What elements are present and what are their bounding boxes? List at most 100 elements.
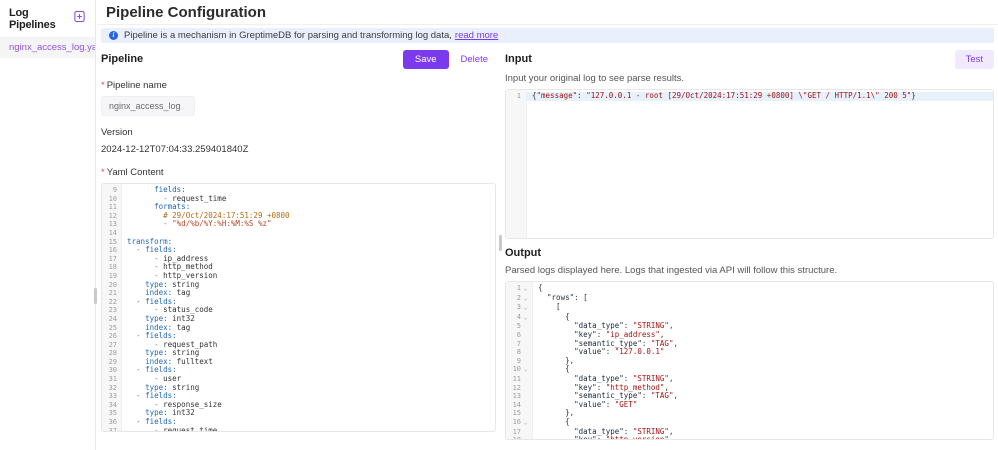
input-caption: Input your original log to see parse res…: [505, 73, 685, 84]
version-value: 2024-12-12T07:04:33.259401840Z: [101, 144, 249, 155]
fold-arrow-icon[interactable]: ⌄: [522, 366, 529, 375]
line-number: 12: [108, 211, 117, 220]
code-text: },: [538, 355, 575, 365]
input-heading: Input: [505, 53, 532, 65]
code-line: 15 },: [506, 409, 993, 418]
code-text: index: fulltext: [145, 356, 213, 366]
line-number: 14: [512, 400, 521, 409]
line-number: 15: [512, 409, 521, 418]
save-button[interactable]: Save: [402, 49, 449, 69]
required-marker: *: [101, 80, 105, 91]
code-text: {: [538, 283, 543, 292]
line-number: 34: [108, 400, 117, 409]
pipeline-name-label: * Pipeline name: [101, 80, 496, 91]
code-text: - "%d/%b/%Y:%H:%M:%S %z": [163, 219, 272, 229]
output-editor[interactable]: 1 ⌄{2 ⌄ "rows": [3 ⌄ [4 ⌄ {5 "data_type": "S…: [505, 281, 994, 440]
line-number: 24: [108, 314, 117, 323]
fold-arrow-icon[interactable]: ⌄: [522, 285, 529, 294]
new-pipeline-button[interactable]: [73, 10, 86, 28]
line-number: 29: [108, 357, 117, 366]
line-number: 8: [516, 348, 521, 357]
fold-arrow-icon[interactable]: ⌄: [522, 295, 529, 304]
line-number: 16: [108, 246, 117, 255]
test-button[interactable]: Test: [954, 49, 994, 69]
code-line: 2 ⌄ "rows": [: [506, 292, 993, 304]
line-number: 9: [112, 186, 117, 194]
info-icon: i: [109, 31, 118, 40]
sidebar-header: Log Pipelines: [0, 0, 95, 37]
line-number: 19: [108, 271, 117, 280]
code-line: 1 {"message": "127.0.0.1 - root [29/Oct/2…: [506, 91, 993, 101]
banner-message: Pipeline is a mechanism in GreptimeDB fo…: [124, 30, 452, 41]
line-number: 27: [108, 340, 117, 349]
fold-arrow-icon[interactable]: ⌄: [522, 419, 529, 428]
line-number: 13: [108, 220, 117, 229]
line-number: 3 ⌄: [516, 303, 529, 313]
code-text: },: [538, 408, 575, 418]
code-text: "value": "127.0.0.1": [574, 347, 665, 357]
line-number: 11: [512, 374, 521, 383]
main-header: Pipeline Configuration: [97, 0, 998, 25]
line-number: 35: [108, 409, 117, 418]
read-more-link[interactable]: read more: [455, 30, 498, 41]
code-line: 13 - "%d/%b/%Y:%H:%M:%S %z": [102, 220, 495, 229]
line-number: 4 ⌄: [516, 312, 529, 323]
main-panel: Pipeline Configuration i Pipeline is a m…: [97, 0, 998, 450]
code-text: transform:: [127, 236, 173, 246]
pipeline-name-input[interactable]: nginx_access_log: [101, 96, 195, 116]
line-number: 5: [516, 322, 521, 331]
output-section-header: Output: [505, 242, 994, 264]
line-number: 18: [506, 436, 532, 439]
code-text: "key": "http_version",: [574, 435, 674, 440]
output-heading: Output: [505, 247, 542, 259]
line-number: 18: [108, 263, 117, 272]
line-number: 28: [108, 349, 117, 358]
line-number: 2 ⌄: [516, 293, 529, 304]
panel-resize-handle[interactable]: [499, 235, 502, 251]
code-line: 18 "key": "http_version",: [506, 435, 993, 440]
version-label: Version: [101, 127, 133, 138]
yaml-content-label-text: Yaml Content: [106, 167, 164, 178]
yaml-editor[interactable]: 9 fields: 10 - request_time 11 formats: 12 …: [101, 183, 496, 432]
required-marker: *: [101, 167, 105, 178]
code-line: 3 ⌄ [: [506, 302, 993, 313]
line-number: 26: [108, 332, 117, 341]
output-caption: Parsed logs displayed here. Logs that in…: [505, 265, 838, 276]
code-text: index: tag: [145, 322, 191, 332]
code-text: "rows": [: [547, 292, 588, 302]
code-text: "value": "GET": [574, 399, 638, 409]
pipeline-heading: Pipeline: [101, 53, 144, 65]
info-banner: i Pipeline is a mechanism in GreptimeDB …: [101, 28, 994, 43]
line-number: 11: [108, 203, 117, 212]
code-text: type: string: [145, 382, 200, 392]
line-number: 6: [516, 330, 521, 339]
file-plus-icon: [73, 10, 86, 28]
test-panel: Input Test Input your original log to se…: [505, 45, 994, 440]
code-text: type: int32: [145, 408, 195, 418]
line-number: 1: [516, 92, 521, 100]
line-number: 13: [512, 392, 521, 401]
fold-arrow-icon[interactable]: ⌄: [522, 304, 529, 313]
line-number: 22: [108, 297, 117, 306]
pipeline-name-label-text: Pipeline name: [106, 80, 167, 91]
line-number: 15: [108, 237, 117, 246]
yaml-content-label: * Yaml Content: [101, 167, 496, 178]
sidebar-item-nginx-access-log[interactable]: nginx_access_log.yaml: [0, 37, 95, 58]
pipeline-panel: Pipeline Save Delete * Pipeline name ngin…: [101, 45, 496, 440]
line-number: 12: [512, 383, 521, 392]
line-number: 10 ⌄: [512, 365, 529, 375]
line-number: 36: [108, 418, 117, 427]
line-number: 32: [108, 383, 117, 392]
line-number: 31: [108, 375, 117, 384]
log-pipelines-sidebar: Log Pipelines nginx_access_log.yaml: [0, 0, 96, 450]
input-editor[interactable]: 1 {"message": "127.0.0.1 - root [29/Oct/2…: [505, 89, 994, 239]
banner-text: Pipeline is a mechanism in GreptimeDB fo…: [124, 30, 498, 41]
fold-arrow-icon[interactable]: ⌄: [522, 314, 529, 323]
line-number: 7: [516, 339, 521, 348]
sidebar-resize-handle[interactable]: [94, 288, 97, 304]
line-number: 14: [108, 228, 117, 237]
panel-divider: [496, 45, 505, 440]
line-number: 9: [516, 356, 521, 365]
line-number: 16 ⌄: [512, 417, 529, 428]
delete-button[interactable]: Delete: [453, 50, 496, 69]
